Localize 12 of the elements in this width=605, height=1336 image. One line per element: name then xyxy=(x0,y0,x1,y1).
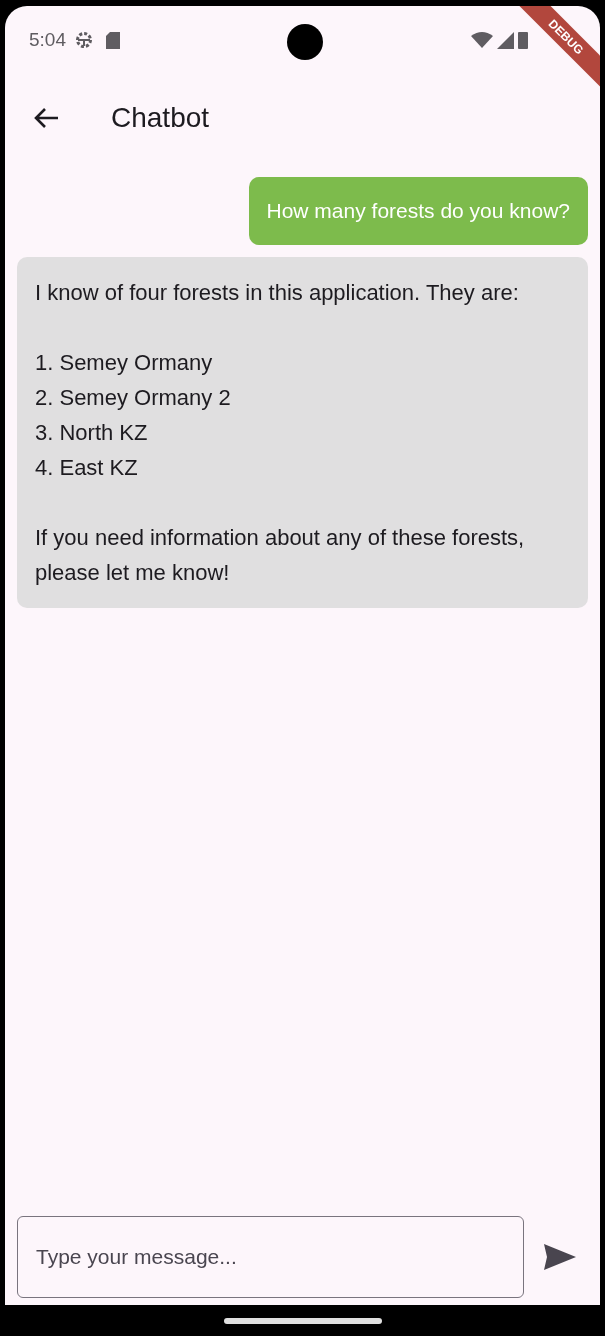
gear-icon xyxy=(74,30,94,50)
status-time: 5:04 xyxy=(29,27,66,52)
camera-cutout xyxy=(287,24,323,60)
message-input[interactable]: Type your message... xyxy=(17,1216,524,1298)
home-indicator[interactable] xyxy=(223,1317,382,1324)
battery-icon xyxy=(518,31,528,49)
app-bar-title: Chatbot xyxy=(111,101,210,135)
user-message: How many forests do you know? xyxy=(248,177,588,245)
wifi-icon xyxy=(471,32,493,48)
bot-message: I know of four forests in this application. They are: 1. Semey Ormany 2. Semey Ormany 2 3. North KZ 4. East KZ If you need information about any of these forests, please let me know! xyxy=(17,257,588,608)
sd-card-icon xyxy=(106,31,120,49)
signal-icon xyxy=(497,31,514,49)
